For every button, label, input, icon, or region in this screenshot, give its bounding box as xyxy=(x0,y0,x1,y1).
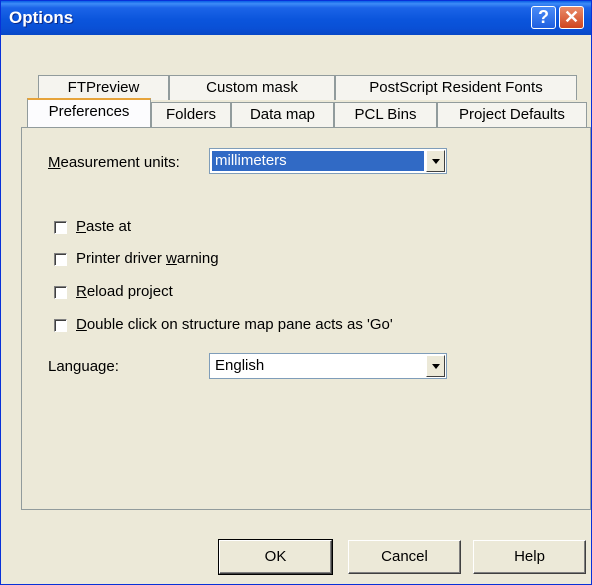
double-click-go-checkbox[interactable] xyxy=(54,319,67,332)
help-button[interactable]: Help xyxy=(473,540,586,574)
language-select[interactable]: English xyxy=(209,353,447,379)
measurement-units-select[interactable]: millimeters xyxy=(209,148,447,174)
paste-at-checkbox[interactable] xyxy=(54,221,67,234)
tab-data-map[interactable]: Data map xyxy=(231,102,334,127)
measurement-units-value: millimeters xyxy=(212,151,424,171)
tab-pcl-bins[interactable]: PCL Bins xyxy=(334,102,437,127)
reload-project-checkbox[interactable] xyxy=(54,286,67,299)
printer-driver-warning-label[interactable]: Printer driver warning xyxy=(76,250,219,267)
tab-custom-mask[interactable]: Custom mask xyxy=(169,75,335,100)
tab-preferences[interactable]: Preferences xyxy=(27,98,151,127)
tab-folders[interactable]: Folders xyxy=(151,102,231,127)
dialog-title: Options xyxy=(9,8,74,27)
language-value: English xyxy=(215,357,265,374)
language-label: Language: xyxy=(48,358,119,375)
ok-button[interactable]: OK xyxy=(218,539,333,575)
measurement-units-label: Measurement units: xyxy=(48,154,180,171)
chevron-down-icon[interactable] xyxy=(426,150,445,172)
help-icon[interactable]: ? xyxy=(531,6,556,29)
printer-driver-warning-checkbox[interactable] xyxy=(54,253,67,266)
cancel-button[interactable]: Cancel xyxy=(348,540,461,574)
close-icon[interactable]: ✕ xyxy=(559,6,584,29)
double-click-go-label[interactable]: Double click on structure map pane acts … xyxy=(76,316,393,333)
tab-postscript-resident-fonts[interactable]: PostScript Resident Fonts xyxy=(335,75,577,100)
options-dialog: Options ? ✕ FTPreview Custom mask PostSc… xyxy=(0,0,592,585)
tab-ftpreview[interactable]: FTPreview xyxy=(38,75,169,100)
title-bar[interactable]: Options ? ✕ xyxy=(1,1,591,35)
reload-project-label[interactable]: Reload project xyxy=(76,283,173,300)
chevron-down-icon[interactable] xyxy=(426,355,445,377)
tab-project-defaults[interactable]: Project Defaults xyxy=(437,102,587,127)
paste-at-label[interactable]: Paste at xyxy=(76,218,131,235)
